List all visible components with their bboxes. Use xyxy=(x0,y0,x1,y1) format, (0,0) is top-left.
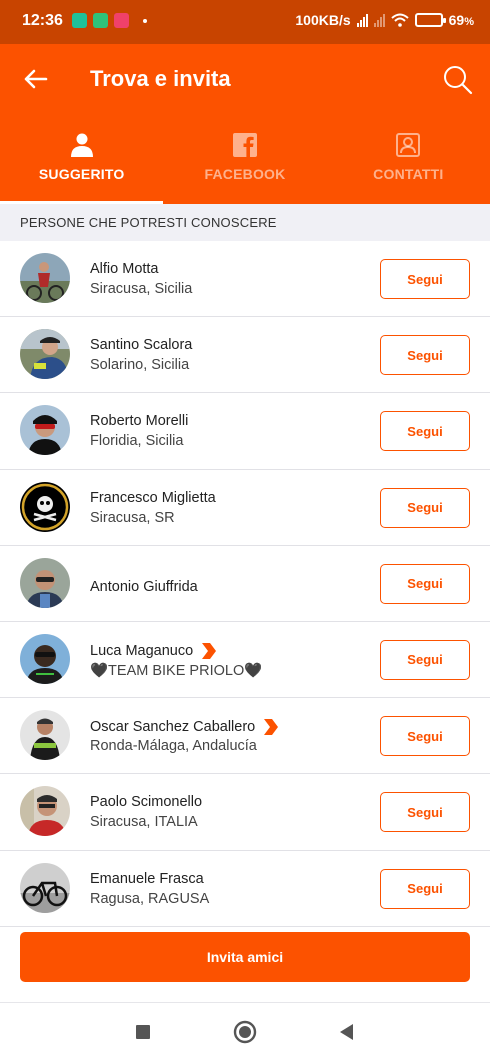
person-location: Siracusa, SR xyxy=(90,509,175,526)
avatar[interactable] xyxy=(20,633,70,684)
avatar[interactable] xyxy=(20,253,70,303)
signal-icon xyxy=(356,13,368,27)
avatar[interactable] xyxy=(20,710,70,761)
person-name: Luca Maganuco xyxy=(90,642,217,660)
subscriber-badge-icon xyxy=(202,642,217,659)
status-right: 100KB/s 69% xyxy=(295,12,474,28)
system-nav-bar xyxy=(0,1003,490,1061)
follow-button[interactable]: Segui xyxy=(380,716,470,757)
person-name-text: Oscar Sanchez Caballero xyxy=(90,719,256,736)
invite-friends-button[interactable]: Invita amici xyxy=(20,932,470,982)
more-notifications-dot xyxy=(143,18,147,23)
follow-button[interactable]: Segui xyxy=(380,639,470,680)
tab-label: SUGGERITO xyxy=(38,166,125,182)
battery-icon xyxy=(414,13,446,27)
follow-button[interactable]: Segui xyxy=(380,411,470,452)
person-icon xyxy=(70,133,93,157)
person-name-text: Santino Scalora xyxy=(90,337,193,354)
follow-button[interactable]: Segui xyxy=(380,335,470,376)
facebook-icon xyxy=(232,133,257,157)
person-row[interactable]: Santino Scalora Solarino, Sicilia Segui xyxy=(0,317,490,394)
avatar[interactable] xyxy=(20,557,70,608)
app-bar: Trova e invita SUGGERITO FACEBOOK CONTAT… xyxy=(0,44,490,204)
tab-suggerito[interactable]: SUGGERITO xyxy=(0,130,164,204)
back-arrow-icon[interactable] xyxy=(20,64,50,94)
person-row[interactable]: Paolo Scimonello Siracusa, ITALIA Segui xyxy=(0,774,490,851)
person-name-text: Alfio Motta xyxy=(90,261,159,277)
person-row[interactable]: Antonio Giuffrida Segui xyxy=(0,546,490,622)
search-icon[interactable] xyxy=(442,64,474,96)
person-location: 🖤TEAM BIKE PRIOLO🖤 xyxy=(90,662,263,679)
person-name-text: Luca Maganuco xyxy=(90,642,194,659)
person-location: Solarino, Sicilia xyxy=(90,357,190,374)
follow-button[interactable]: Segui xyxy=(380,487,470,528)
person-name: Roberto Morelli xyxy=(90,413,188,429)
recents-square-icon[interactable] xyxy=(128,1017,158,1047)
music-notification-icon xyxy=(114,13,129,28)
app-notification-icon xyxy=(72,13,87,28)
notification-icons xyxy=(72,13,147,28)
people-list: Alfio Motta Siracusa, Sicilia Segui Sant… xyxy=(0,241,490,927)
status-bar: 12:36 100KB/s 69% xyxy=(0,0,490,44)
person-location: Siracusa, ITALIA xyxy=(90,814,198,831)
person-name: Emanuele Frasca xyxy=(90,871,204,887)
person-row[interactable]: Emanuele Frasca Ragusa, RAGUSA Segui xyxy=(0,851,490,927)
contacts-icon xyxy=(396,133,421,157)
person-location: Siracusa, Sicilia xyxy=(90,281,193,297)
battery-percent: 69% xyxy=(449,12,474,28)
section-header: PERSONE CHE POTRESTI CONOSCERE xyxy=(0,204,490,241)
signal-icon-2 xyxy=(373,13,385,27)
person-name: Santino Scalora xyxy=(90,337,192,353)
app-notification-icon xyxy=(93,13,108,28)
person-name-text: Francesco Miglietta xyxy=(90,489,216,506)
avatar[interactable] xyxy=(20,329,70,380)
person-row[interactable]: Francesco Miglietta Siracusa, SR Segui xyxy=(0,470,490,546)
tab-facebook[interactable]: FACEBOOK xyxy=(163,130,326,204)
battery-unit: % xyxy=(464,16,474,28)
tab-bar: SUGGERITO FACEBOOK CONTATTI xyxy=(0,130,490,204)
person-name: Antonio Giuffrida xyxy=(90,579,198,595)
person-location: Ronda-Málaga, Andalucía xyxy=(90,738,257,755)
back-triangle-icon[interactable] xyxy=(332,1017,362,1047)
network-speed: 100KB/s xyxy=(295,12,351,28)
section-title: PERSONE CHE POTRESTI CONOSCERE xyxy=(20,215,277,230)
person-row[interactable]: Oscar Sanchez Caballero Ronda-Málaga, An… xyxy=(0,698,490,775)
person-location: Floridia, Sicilia xyxy=(90,433,184,450)
person-row[interactable]: Alfio Motta Siracusa, Sicilia Segui xyxy=(0,241,490,318)
tab-label: CONTATTI xyxy=(373,166,444,182)
follow-button[interactable]: Segui xyxy=(380,868,470,909)
avatar[interactable] xyxy=(20,405,70,456)
person-name: Paolo Scimonello xyxy=(90,794,202,810)
person-name: Alfio Motta xyxy=(90,261,159,277)
follow-button[interactable]: Segui xyxy=(380,563,470,604)
page-title: Trova e invita xyxy=(90,66,231,91)
tab-contatti[interactable]: CONTATTI xyxy=(327,130,490,204)
person-name: Oscar Sanchez Caballero xyxy=(90,718,279,736)
person-name-text: Paolo Scimonello xyxy=(90,794,203,811)
person-location: Ragusa, RAGUSA xyxy=(90,890,210,907)
avatar[interactable] xyxy=(20,786,70,837)
battery-value: 69 xyxy=(448,12,465,28)
person-row[interactable]: Luca Maganuco 🖤TEAM BIKE PRIOLO🖤 Segui xyxy=(0,622,490,699)
person-name-text: Antonio Giuffrida xyxy=(90,578,198,595)
person-name-text: Emanuele Frasca xyxy=(90,870,204,887)
follow-button[interactable]: Segui xyxy=(380,792,470,833)
person-name: Francesco Miglietta xyxy=(90,490,216,506)
home-circle-icon[interactable] xyxy=(230,1017,260,1047)
avatar[interactable] xyxy=(20,862,70,913)
status-time: 12:36 xyxy=(22,12,63,29)
subscriber-badge-icon xyxy=(264,719,279,736)
wifi-icon xyxy=(390,13,409,27)
tab-label: FACEBOOK xyxy=(204,166,286,182)
person-row[interactable]: Roberto Morelli Floridia, Sicilia Segui xyxy=(0,393,490,470)
avatar[interactable] xyxy=(20,481,70,532)
follow-button[interactable]: Segui xyxy=(380,259,470,299)
person-name-text: Roberto Morelli xyxy=(90,413,189,430)
